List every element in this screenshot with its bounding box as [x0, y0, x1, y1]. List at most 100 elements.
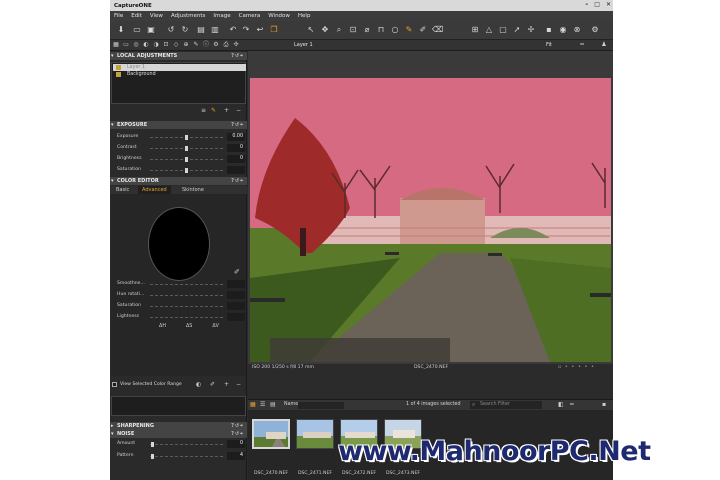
rotate-left-icon[interactable]: ↺ [166, 25, 176, 35]
capture-icon[interactable]: ▭ [132, 25, 142, 35]
rating-stars[interactable]: ▫ • • • • • [558, 364, 595, 370]
slider-track[interactable] [150, 456, 225, 457]
slider-track[interactable] [150, 444, 225, 445]
menu-help[interactable]: Help [298, 13, 311, 19]
collapse-arrow-icon[interactable]: ▾ [111, 121, 114, 129]
slider-value-field[interactable] [227, 313, 245, 321]
menu-adjustments[interactable]: Adjustments [171, 13, 205, 19]
eraser-icon[interactable]: ⌫ [432, 25, 443, 35]
add-color-icon[interactable]: + [224, 381, 229, 388]
workspace-tab-icon[interactable]: ✣ [232, 41, 240, 49]
grid-view-icon[interactable]: ▦ [250, 401, 256, 408]
color-range-list[interactable] [111, 396, 246, 416]
collapse-arrow-icon[interactable]: ▾ [111, 430, 114, 438]
color-saturation-slider[interactable]: Saturation [112, 302, 245, 311]
sort-dropdown[interactable] [298, 402, 344, 409]
import-icon[interactable]: ⬇ [116, 25, 126, 35]
hue-rotation-slider[interactable]: Hue rotati... [112, 291, 245, 300]
section-header-icons[interactable]: ?↺⌖ [231, 430, 244, 438]
slider-knob[interactable] [151, 442, 154, 447]
slider-knob[interactable] [185, 146, 188, 151]
color-editor-header[interactable]: ▾ COLOR EDITOR ?↺⌖ [110, 177, 247, 185]
zoom-slider-icon[interactable]: ━ [578, 41, 586, 49]
slider-knob[interactable] [185, 135, 188, 140]
trash-icon[interactable]: ▥ [210, 25, 220, 35]
tab-basic[interactable]: Basic [112, 186, 133, 194]
image-viewer[interactable] [248, 51, 613, 364]
undo-icon[interactable]: ↶ [228, 25, 238, 35]
batch-tab-icon[interactable]: ⎙ [222, 41, 230, 49]
noise-amount-slider[interactable]: Amount 0 [112, 440, 245, 449]
cursor-tools-icon[interactable]: ➚ [512, 25, 522, 35]
slider-value-field[interactable]: 4 [227, 452, 245, 460]
color-picker-add-icon[interactable]: ◐ [196, 381, 201, 388]
filter-icon[interactable]: ◧ [558, 401, 564, 408]
brightness-slider[interactable]: Brightness 0 [112, 155, 245, 164]
slider-track[interactable] [150, 295, 225, 296]
cursor-icon[interactable]: ↖ [306, 25, 316, 35]
lens-icon[interactable]: ◎ [132, 41, 140, 49]
menu-window[interactable]: Window [268, 13, 290, 19]
zoom-thumbs-slider-icon[interactable]: ━ [570, 401, 574, 408]
layer-menu-icon[interactable]: ≡ [201, 107, 206, 116]
slider-value-field[interactable]: 0 [227, 155, 245, 163]
maximize-button[interactable]: □ [594, 1, 600, 8]
layer-item-1[interactable]: Layer 1 [113, 64, 246, 71]
zoom-fit-selector[interactable]: Fit [546, 42, 552, 48]
smoothness-slider[interactable]: Smoothne... [112, 280, 245, 289]
slider-value-field[interactable] [227, 302, 245, 310]
large-thumbs-icon[interactable]: ▪ [602, 401, 606, 408]
menu-image[interactable]: Image [213, 13, 230, 19]
copy-apply-icon[interactable]: ❐ [269, 25, 279, 35]
local-adjust-tab-icon[interactable]: ✎ [192, 41, 200, 49]
settings-icon[interactable]: ⚙ [590, 25, 600, 35]
local-adjustments-header[interactable]: ▾ LOCAL ADJUSTMENTS ?↺⌖ [110, 52, 247, 60]
close-button[interactable]: ✕ [606, 1, 611, 8]
search-input[interactable]: Search Filter [470, 401, 542, 409]
collapse-arrow-icon[interactable]: ▾ [111, 177, 114, 185]
slider-value-field[interactable] [227, 166, 245, 174]
sharpening-header[interactable]: ▸ SHARPENING ?↺⌖ [110, 422, 247, 430]
focus-tab-icon[interactable]: ⊕ [182, 41, 190, 49]
warning-icon[interactable]: △ [484, 25, 494, 35]
camera-icon[interactable]: ▣ [146, 25, 156, 35]
tab-advanced[interactable]: Advanced [138, 186, 171, 194]
exposure-slider[interactable]: Exposure 0.00 [112, 133, 245, 142]
contrast-slider[interactable]: Contrast 0 [112, 144, 245, 153]
noise-header[interactable]: ▾ NOISE ?↺⌖ [110, 430, 247, 438]
slider-track[interactable] [150, 284, 225, 285]
add-layer-icon[interactable]: + [224, 107, 229, 116]
straighten-icon[interactable]: ⌀ [362, 25, 372, 35]
user-icon[interactable]: ♟ [600, 41, 608, 49]
exposure-tab-icon[interactable]: ◑ [152, 41, 160, 49]
lightness-slider[interactable]: Lightness [112, 313, 245, 322]
layer-checkbox[interactable] [116, 65, 121, 70]
filmstrip-view-icon[interactable]: ▤ [270, 401, 276, 408]
layer-selector[interactable]: Layer 1 [294, 42, 313, 48]
saturation-slider[interactable]: Saturation [112, 166, 245, 175]
spot-icon[interactable]: ○ [390, 25, 400, 35]
slider-value-field[interactable]: 0 [227, 144, 245, 152]
redo-icon[interactable]: ↷ [241, 25, 251, 35]
lock-icon[interactable]: ▪ [544, 25, 554, 35]
expand-arrow-icon[interactable]: ▸ [111, 422, 114, 430]
layer-checkbox[interactable] [116, 72, 121, 77]
slider-value-field[interactable]: 0.00 [227, 133, 245, 141]
menu-edit[interactable]: Edit [131, 13, 142, 19]
section-header-icons[interactable]: ?↺⌖ [231, 422, 244, 430]
reset-icon[interactable]: ↩ [255, 25, 265, 35]
minimize-button[interactable]: – [585, 1, 588, 8]
slider-value-field[interactable] [227, 280, 245, 288]
color-picker-icon[interactable]: ✐ [234, 268, 240, 276]
menu-view[interactable]: View [150, 13, 163, 19]
collapse-arrow-icon[interactable]: ▾ [111, 52, 114, 60]
composition-tab-icon[interactable]: ⊡ [162, 41, 170, 49]
remove-layer-icon[interactable]: − [236, 107, 241, 116]
brush-icon[interactable]: ✎ [404, 25, 414, 35]
section-header-icons[interactable]: ?↺⌖ [231, 177, 244, 185]
layer-brush-icon[interactable]: ✎ [211, 107, 216, 116]
list-view-icon[interactable]: ☰ [260, 401, 265, 408]
keystone-icon[interactable]: ⊓ [376, 25, 386, 35]
crop-icon[interactable]: ⊡ [348, 25, 358, 35]
slider-knob[interactable] [151, 454, 154, 459]
